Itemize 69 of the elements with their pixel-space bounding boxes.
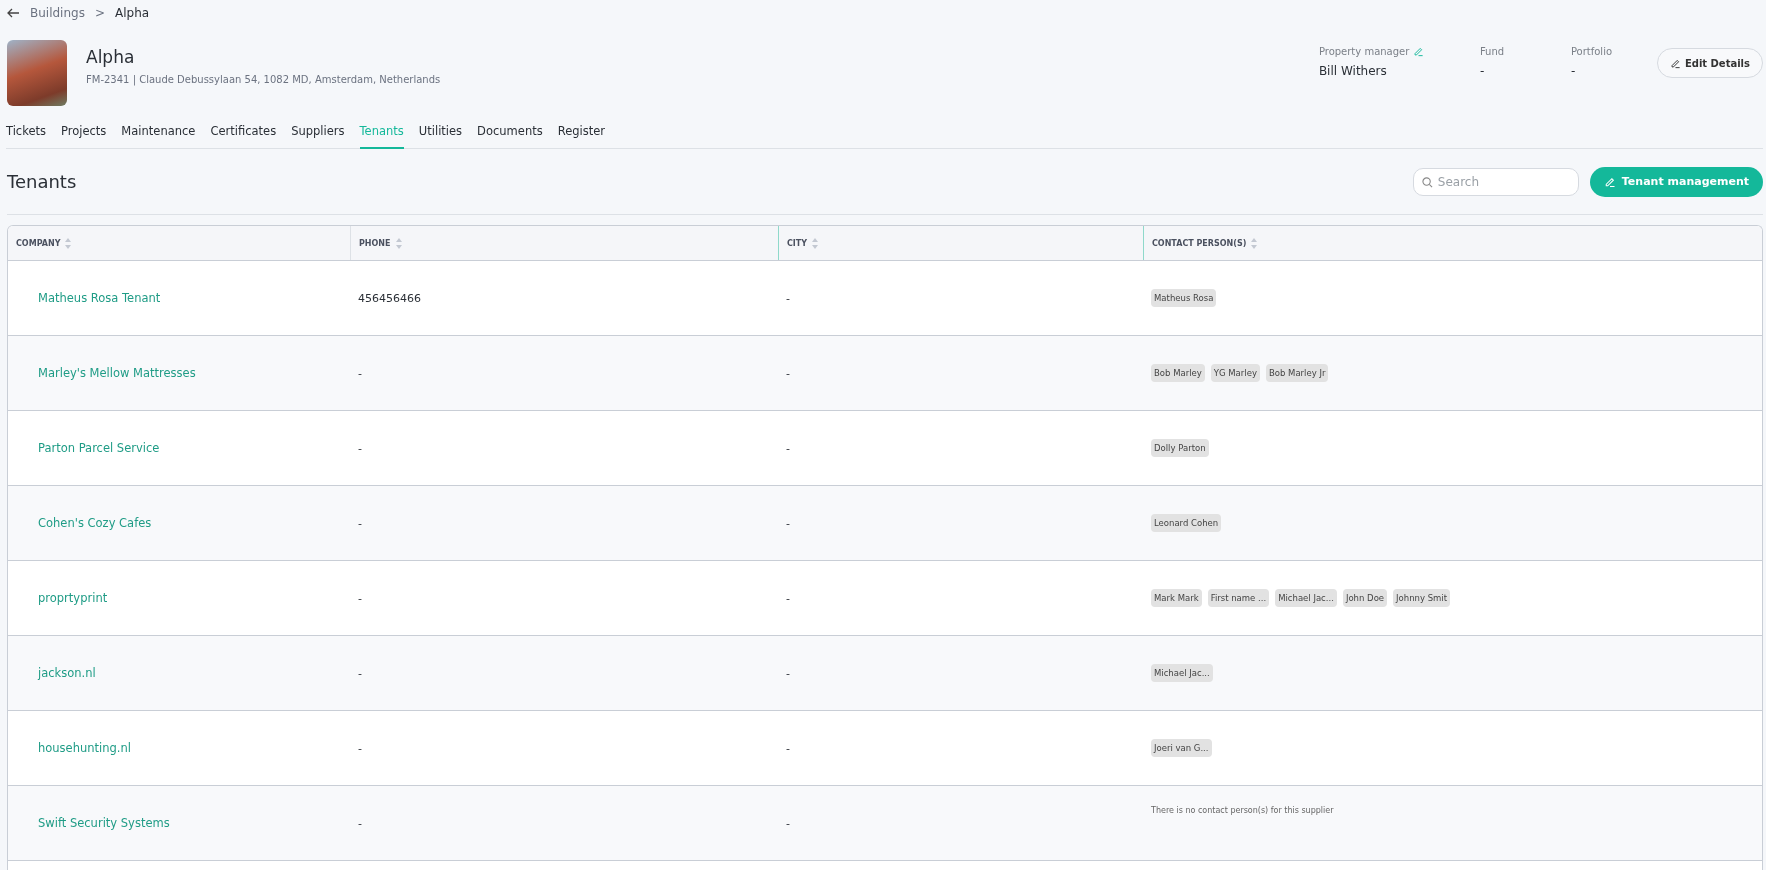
- phone-cell: -: [358, 666, 362, 680]
- contact-tag: Dolly Parton: [1151, 439, 1209, 457]
- detail-value: -: [1570, 64, 1577, 78]
- phone-cell: -: [358, 816, 362, 830]
- tab[interactable]: Suppliers: [291, 118, 345, 149]
- detail-label: Fund: [1479, 46, 1505, 57]
- breadcrumb-current: Alpha: [115, 6, 150, 20]
- contact-tag: Joeri van G...: [1151, 739, 1212, 757]
- building-name: Alpha: [86, 47, 136, 67]
- tab[interactable]: Projects: [61, 118, 107, 149]
- sort-icon[interactable]: [812, 237, 819, 249]
- column-header[interactable]: CITY: [787, 238, 808, 248]
- contact-tag: YG Marley: [1210, 364, 1260, 382]
- building-address: FM-2341 | Claude Debussylaan 54, 1082 MD, Amsterdam, Netherlands: [86, 74, 441, 85]
- tab[interactable]: Utilities: [418, 118, 463, 149]
- contact-tag: Bob Marley: [1151, 364, 1205, 382]
- contact-tag: Mark Mark: [1151, 589, 1202, 607]
- phone-cell: -: [358, 366, 362, 380]
- photo-placeholder: [7, 40, 67, 106]
- search-icon: [1421, 176, 1433, 188]
- phone-cell: -: [358, 741, 362, 755]
- detail-label: Property manager: [1318, 46, 1410, 57]
- phone-cell: -: [358, 591, 362, 605]
- column-header[interactable]: COMPANY: [16, 238, 61, 248]
- detail-value: Bill Withers: [1318, 64, 1388, 78]
- tab[interactable]: Documents: [477, 118, 543, 149]
- breadcrumb-link[interactable]: Buildings: [30, 6, 85, 20]
- section-title: Tenants: [7, 171, 77, 192]
- phone-cell: -: [358, 441, 362, 455]
- tab[interactable]: Register: [557, 118, 606, 149]
- company-link[interactable]: proprtyprint: [38, 591, 108, 605]
- back-button[interactable]: [7, 8, 20, 18]
- city-cell: -: [786, 441, 790, 455]
- contact-tag: Bob Marley Jr: [1265, 364, 1329, 382]
- column-header[interactable]: CONTACT PERSON(S): [1152, 238, 1247, 248]
- edit-details-button[interactable]: Edit Details: [1656, 48, 1763, 78]
- tab[interactable]: Tickets: [6, 118, 46, 149]
- city-cell: -: [786, 591, 790, 605]
- phone-cell: -: [358, 516, 362, 530]
- city-cell: -: [786, 666, 790, 680]
- city-cell: -: [786, 816, 790, 830]
- city-cell: -: [786, 516, 790, 530]
- column-header[interactable]: PHONE: [359, 238, 391, 248]
- pencil-icon: [1669, 57, 1681, 69]
- search-field[interactable]: Search: [1412, 167, 1579, 196]
- contact-tag: Michael Jac...: [1275, 589, 1337, 607]
- contact-tag: Johnny Smit: [1393, 589, 1451, 607]
- detail-label: Portfolio: [1570, 46, 1613, 57]
- city-cell: -: [786, 291, 790, 305]
- phone-cell: 456456466: [358, 291, 421, 305]
- city-cell: -: [786, 741, 790, 755]
- contact-tag: Leonard Cohen: [1151, 514, 1222, 532]
- company-link[interactable]: Parton Parcel Service: [38, 441, 160, 455]
- pencil-icon: [1603, 175, 1616, 188]
- sort-icon[interactable]: [395, 237, 402, 249]
- contact-tag: John Doe: [1342, 589, 1388, 607]
- pencil-icon: [1413, 46, 1425, 57]
- empty-contacts-note: There is no contact person(s) for this supplier: [1151, 806, 1334, 815]
- breadcrumb-separator: >: [94, 6, 105, 20]
- contact-tag: First name ...: [1207, 589, 1270, 607]
- company-link[interactable]: househunting.nl: [38, 741, 131, 755]
- sort-icon[interactable]: [65, 237, 72, 249]
- tab[interactable]: Certificates: [210, 118, 277, 149]
- contact-tag: Matheus Rosa: [1151, 289, 1217, 307]
- city-cell: -: [786, 366, 790, 380]
- sort-icon[interactable]: [1251, 237, 1258, 249]
- tab[interactable]: Maintenance: [121, 118, 196, 149]
- detail-value: -: [1479, 64, 1486, 78]
- contact-tag: Michael Jac...: [1151, 664, 1213, 682]
